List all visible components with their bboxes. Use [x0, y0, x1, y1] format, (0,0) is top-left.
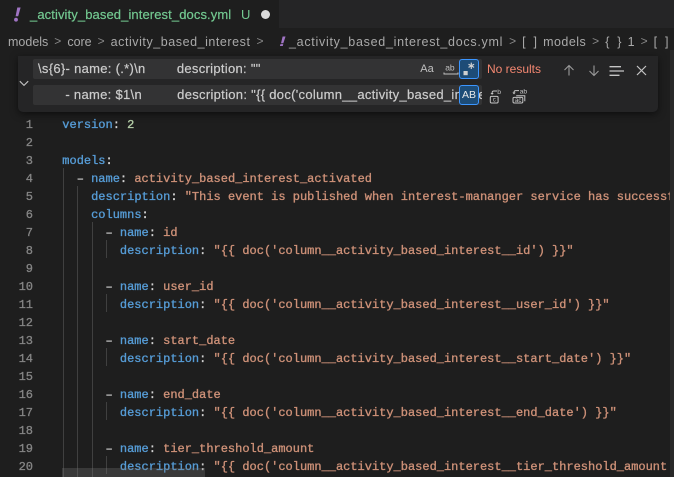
svg-text:ab: ab: [520, 89, 528, 96]
svg-text:ac: ac: [515, 98, 521, 104]
svg-text:ab: ab: [445, 63, 455, 73]
svg-text:c: c: [493, 98, 496, 104]
svg-text:b: b: [497, 89, 501, 96]
